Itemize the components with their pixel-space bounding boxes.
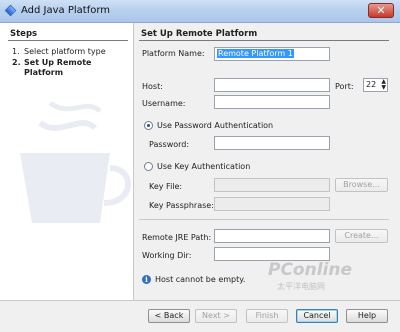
remote-jre-label: Remote JRE Path: (142, 233, 212, 242)
working-dir-field[interactable] (214, 247, 330, 261)
step-number: 2. (12, 58, 21, 67)
button-bar: < Back Next > Finish Cancel Help (0, 300, 400, 332)
host-field[interactable] (214, 78, 330, 92)
step-item-1: 1. Select platform type (12, 47, 106, 56)
password-label: Password: (149, 140, 190, 149)
key-auth-label[interactable]: Use Key Authentication (157, 162, 250, 171)
step-number: 1. (12, 47, 20, 56)
title-bar[interactable]: Add Java Platform ✕ (0, 0, 400, 23)
port-spinner[interactable]: 22 ▲ ▼ (363, 78, 388, 92)
window-title: Add Java Platform (21, 5, 111, 16)
watermark-brand: PConline (268, 260, 353, 280)
username-field[interactable] (214, 95, 330, 109)
username-label: Username: (142, 99, 186, 108)
info-icon: i (142, 275, 151, 284)
key-auth-radio[interactable] (144, 162, 153, 171)
status-message: Host cannot be empty. (155, 275, 246, 284)
panel-divider (139, 40, 389, 41)
platform-name-field[interactable]: Remote Platform 1 (214, 47, 330, 61)
steps-title: Steps (10, 29, 38, 39)
main-panel: Set Up Remote Platform Platform Name: Re… (134, 23, 400, 300)
key-passphrase-label: Key Passphrase: (149, 201, 214, 210)
spinner-arrows-icon[interactable]: ▲ ▼ (381, 79, 386, 91)
port-value: 22 (366, 80, 377, 89)
port-label: Port: (335, 82, 354, 91)
step-item-2-continued: Platform (24, 68, 63, 77)
step-item-2: 2. Set Up Remote (12, 58, 91, 67)
finish-button[interactable]: Finish (246, 309, 288, 323)
key-file-label: Key File: (149, 182, 183, 191)
remote-jre-field[interactable] (214, 229, 330, 243)
browse-button[interactable]: Browse... (335, 178, 388, 192)
watermark-cup-icon (20, 100, 131, 223)
host-label: Host: (142, 82, 163, 91)
back-button[interactable]: < Back (148, 309, 190, 323)
steps-panel: Steps 1. Select platform type 2. Set Up Re… (0, 23, 134, 300)
step-label: Set Up Remote (24, 58, 92, 67)
close-button[interactable]: ✕ (368, 3, 394, 18)
watermark-sub: 太平洋电脑网 (277, 282, 325, 291)
steps-divider (8, 40, 128, 41)
key-passphrase-field[interactable] (214, 197, 330, 211)
password-auth-label[interactable]: Use Password Authentication (157, 121, 273, 130)
step-label-continued: Platform (24, 68, 64, 77)
password-field[interactable] (214, 136, 330, 150)
create-button[interactable]: Create... (335, 229, 388, 243)
panel-title: Set Up Remote Platform (141, 29, 258, 39)
help-button[interactable]: Help (346, 309, 388, 323)
step-label: Select platform type (24, 47, 106, 56)
platform-name-value: Remote Platform 1 (217, 49, 294, 58)
next-button[interactable]: Next > (195, 309, 237, 323)
working-dir-label: Working Dir: (142, 251, 192, 260)
key-file-field[interactable] (214, 178, 330, 192)
section-separator (139, 219, 389, 220)
platform-name-label: Platform Name: (142, 49, 205, 58)
cancel-button[interactable]: Cancel (296, 309, 338, 323)
password-auth-radio[interactable] (144, 121, 153, 130)
java-app-icon (4, 4, 17, 17)
